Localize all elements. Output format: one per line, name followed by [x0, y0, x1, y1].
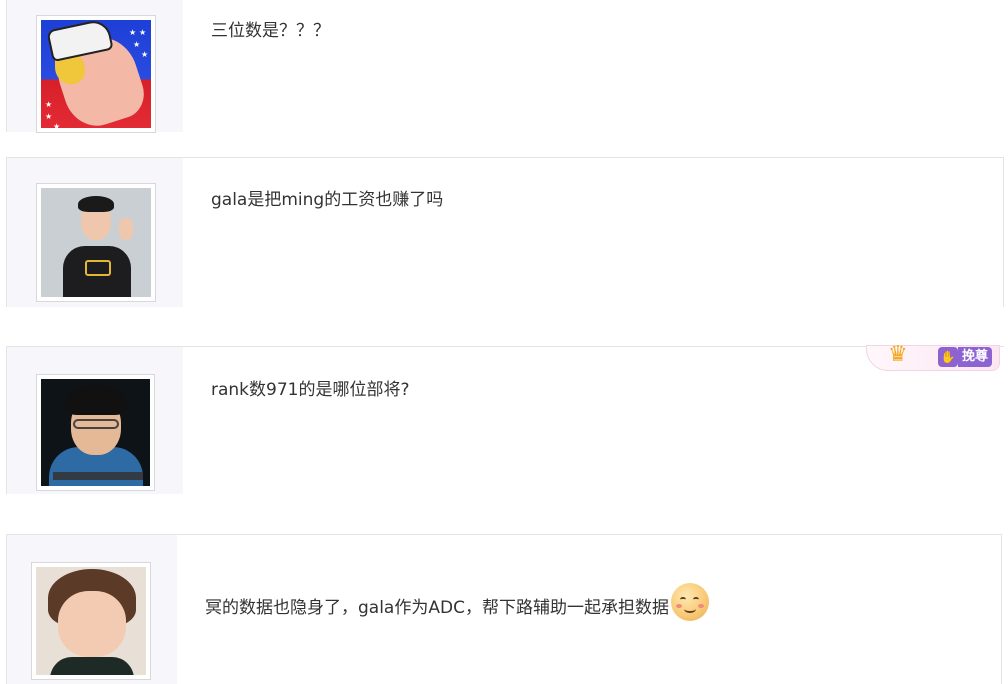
author-avatar-frame[interactable]: ★ ★ ★ ★ ★ ★ ★: [36, 15, 156, 133]
author-avatar-frame[interactable]: [36, 374, 155, 491]
smiling-face-emoji: [670, 583, 709, 621]
post-item: 冥的数据也隐身了，gala作为ADC，帮下路辅助一起承担数据: [6, 534, 1002, 684]
post-content: 冥的数据也隐身了，gala作为ADC，帮下路辅助一起承担数据: [205, 583, 709, 621]
badge-label: 挽尊: [958, 347, 993, 367]
author-avatar-frame[interactable]: [36, 183, 156, 302]
avatar[interactable]: ★ ★ ★ ★ ★ ★ ★: [41, 20, 151, 128]
avatar[interactable]: [36, 567, 146, 675]
crown-icon: ♛: [888, 342, 908, 367]
avatar[interactable]: [41, 188, 151, 297]
post-content: 三位数是？？？: [211, 21, 330, 41]
post-item: ★ ★ ★ ★ ★ ★ ★ 三位数是？？？: [6, 0, 1008, 133]
post-content: gala是把ming的工资也赚了吗: [211, 190, 444, 210]
post-item: rank数971的是哪位部将?: [6, 346, 1004, 494]
post-text: 冥的数据也隐身了，gala作为ADC，帮下路辅助一起承担数据: [205, 598, 669, 618]
post-content: rank数971的是哪位部将?: [211, 380, 410, 400]
avatar[interactable]: [41, 379, 150, 486]
post-item: gala是把ming的工资也赚了吗: [6, 157, 1004, 307]
vip-badge[interactable]: ♛ ✋ 挽尊: [866, 341, 1004, 375]
paw-icon: ✋: [938, 347, 958, 367]
author-avatar-frame[interactable]: [31, 562, 151, 680]
